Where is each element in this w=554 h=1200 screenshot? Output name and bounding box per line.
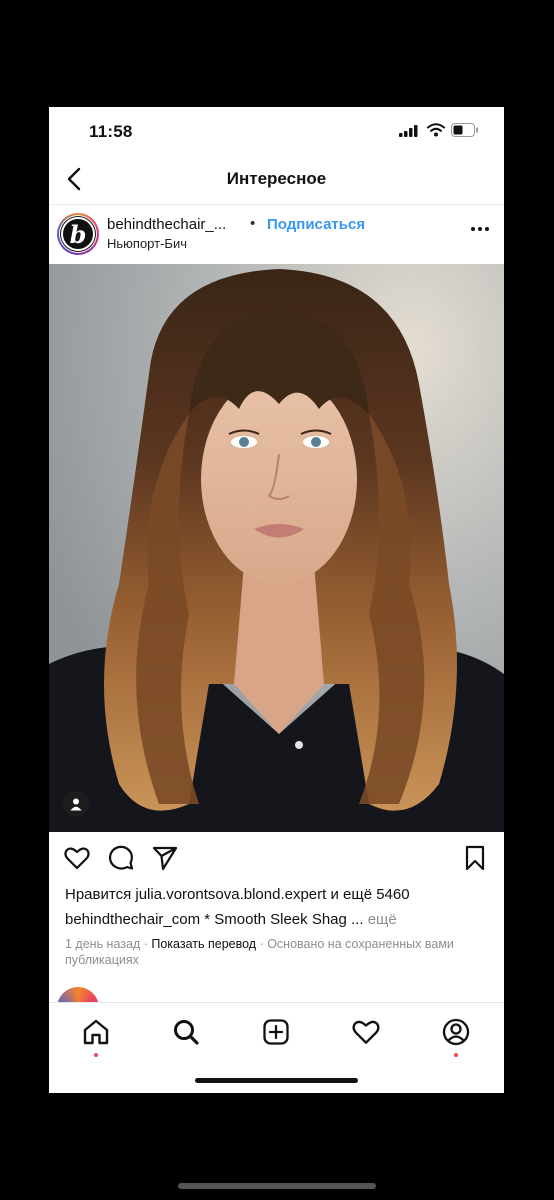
outer-home-indicator <box>178 1183 376 1189</box>
status-bar: 11:58 <box>49 107 504 155</box>
portrait-illustration <box>49 264 504 832</box>
tab-activity[interactable] <box>351 1017 381 1047</box>
caption-username[interactable]: behindthechair_com <box>65 911 200 928</box>
cellular-signal-icon <box>399 125 418 137</box>
bottom-tab-bar <box>49 1002 504 1093</box>
meta-separator: · <box>256 937 268 951</box>
follow-button[interactable]: Подписаться <box>267 216 365 233</box>
post-actions <box>49 832 504 882</box>
caption-text: * Smooth Sleek Shag ... <box>200 911 364 928</box>
wifi-icon <box>427 123 445 137</box>
notification-dot <box>94 1053 98 1057</box>
separator-dot: • <box>250 215 256 232</box>
page-title: Интересное <box>226 169 327 188</box>
heart-icon[interactable] <box>63 844 91 872</box>
avatar-letter: b <box>61 217 95 251</box>
phone-screen: 11:58 Интересное b behindthechair_... • … <box>49 107 504 1093</box>
show-translation-link[interactable]: Показать перевод <box>151 937 256 951</box>
bookmark-icon[interactable] <box>461 844 489 872</box>
home-icon <box>83 1019 109 1045</box>
heart-icon <box>352 1020 380 1044</box>
post-username[interactable]: behindthechair_... <box>107 216 226 233</box>
status-time: 11:58 <box>89 122 133 141</box>
more-horizontal-icon[interactable] <box>469 225 491 233</box>
post-meta: 1 день назад · Показать перевод · Основа… <box>65 936 490 968</box>
comment-icon[interactable] <box>107 844 135 872</box>
tab-home[interactable] <box>81 1017 111 1057</box>
avatar[interactable]: b <box>57 213 99 255</box>
home-indicator <box>195 1078 358 1083</box>
search-icon <box>174 1020 199 1045</box>
post-caption[interactable]: behindthechair_com * Smooth Sleek Shag .… <box>65 911 397 928</box>
meta-separator: · <box>140 937 152 951</box>
post-location[interactable]: Ньюпорт-Бич <box>107 236 187 251</box>
caption-more-link[interactable]: ещё <box>364 911 397 928</box>
plus-square-icon <box>263 1019 289 1045</box>
tagged-people-button[interactable] <box>63 791 89 817</box>
tab-profile[interactable] <box>441 1017 471 1057</box>
send-icon[interactable] <box>151 844 179 872</box>
battery-icon <box>451 123 478 137</box>
post-image[interactable] <box>49 264 504 832</box>
profile-icon <box>442 1018 470 1046</box>
tab-create[interactable] <box>261 1017 291 1047</box>
post-header: b behindthechair_... • Подписаться Ньюпо… <box>49 205 504 263</box>
top-navigation: Интересное <box>49 155 504 205</box>
likes-text[interactable]: Нравится julia.vorontsova.blond.expert и… <box>65 886 410 903</box>
post-time: 1 день назад <box>65 937 141 951</box>
person-icon <box>70 798 82 811</box>
notification-dot <box>454 1053 458 1057</box>
tab-search[interactable] <box>171 1017 201 1047</box>
